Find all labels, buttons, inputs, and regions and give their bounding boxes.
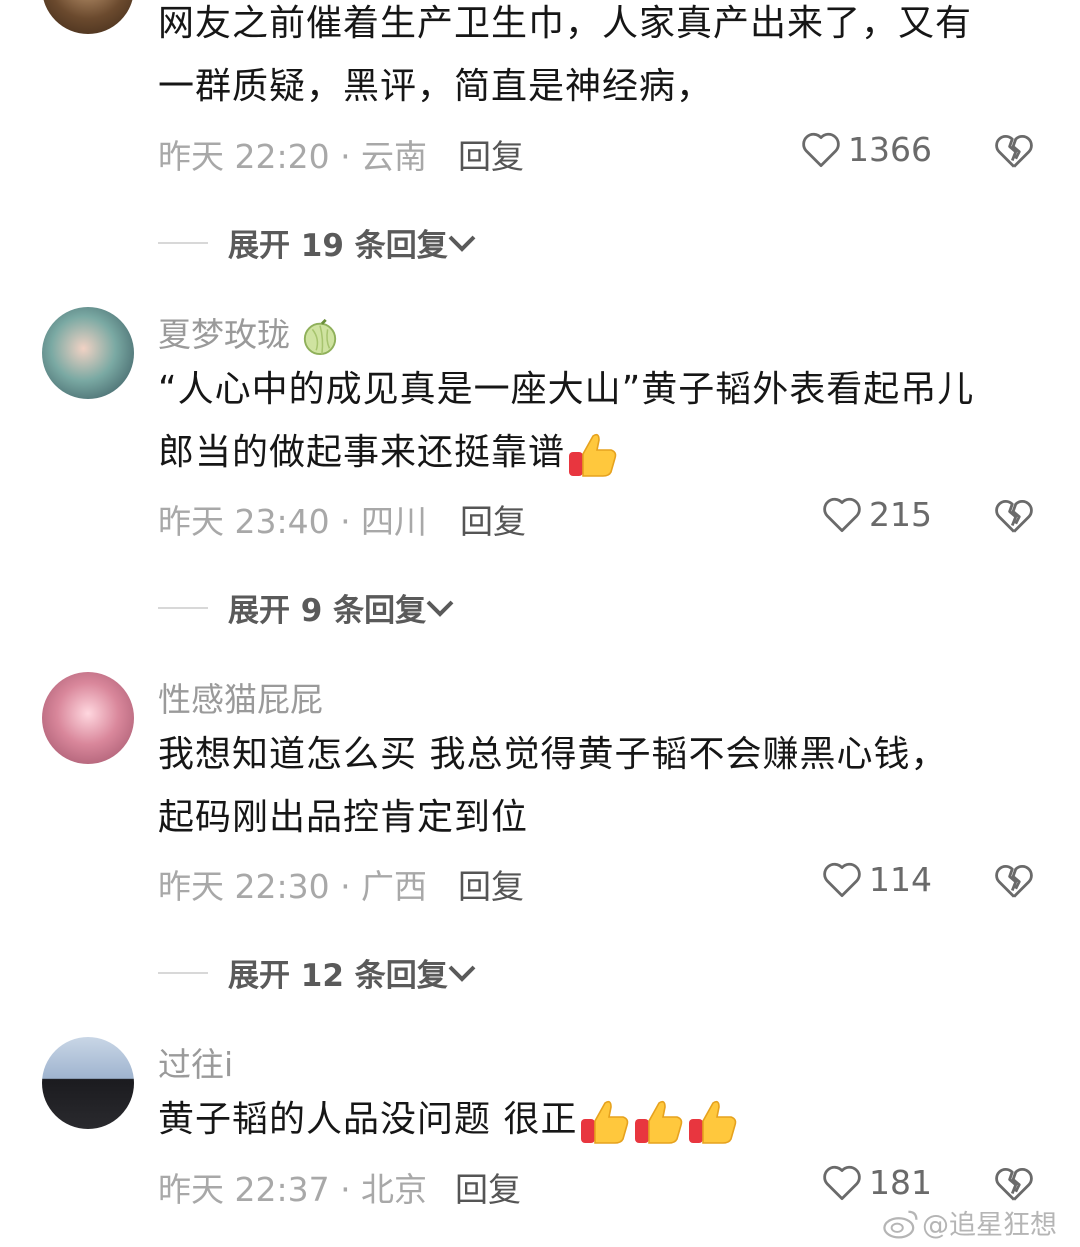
comment-time-location: 昨天 22:30 · 广西 [158,867,428,906]
thumbs-up-emoji-icon [689,1100,737,1144]
divider-line [158,606,208,609]
like-button[interactable]: 1366 [800,129,932,169]
username-text: 夏梦玫珑 [158,315,290,354]
avatar[interactable] [42,1037,134,1129]
chevron-down-icon [448,235,476,252]
expand-replies-button[interactable]: 展开 19 条回复 [158,220,476,265]
like-button[interactable]: 114 [821,859,932,899]
comment-text-line: 网友之前催着生产卫生巾，人家真产出来了，又有 [158,3,973,44]
divider-line [158,971,208,974]
username[interactable]: 夏梦玫珑 [158,308,339,356]
thumbs-up-emoji-icon [581,1100,629,1144]
heart-outline-icon [823,1165,861,1201]
thumbs-up-emoji-icon [635,1100,683,1144]
expand-replies-button[interactable]: 展开 9 条回复 [158,585,454,630]
heart-outline-icon [823,497,861,533]
expand-replies-label: 展开 9 条回复 [228,593,427,629]
comment-text-line: “人心中的成见真是一座大山”黄子韬外表看起吊儿 [158,369,975,410]
comment-text: “人心中的成见真是一座大山”黄子韬外表看起吊儿 郎当的做起事来还挺靠谱 [158,358,1038,484]
thumbs-up-emoji-icon [569,433,617,477]
comment-text-line: 我想知道怎么买 我总觉得黄子韬不会赚黑心钱， [158,734,948,775]
like-button[interactable]: 215 [821,494,932,534]
comment-text: 网友之前催着生产卫生巾，人家真产出来了，又有 一群质疑，黑评，简直是神经病， [158,0,1038,118]
avatar[interactable] [42,0,134,34]
reply-button[interactable]: 回复 [458,860,524,908]
comment-text-line: 一群质疑，黑评，简直是神经病， [158,66,714,107]
melon-emoji-icon [303,318,336,355]
chevron-down-icon [426,600,454,617]
like-count: 1366 [848,129,932,169]
username[interactable]: 过往i [158,1038,233,1086]
chevron-down-icon [448,965,476,982]
comment-text-segment: 郎当的做起事来还挺靠谱 [158,432,566,473]
comment-text-line: 黄子韬的人品没问题 很正 [158,1088,1038,1151]
reply-button[interactable]: 回复 [455,1163,521,1211]
comment-text-segment: 黄子韬的人品没问题 很正 [158,1099,578,1140]
comment-time-location: 昨天 22:20 · 云南 [158,137,428,176]
like-count: 114 [869,859,932,899]
reply-button[interactable]: 回复 [460,495,526,543]
expand-replies-button[interactable]: 展开 12 条回复 [158,950,476,995]
like-count: 215 [869,494,932,534]
heart-outline-icon [823,862,861,898]
heart-outline-icon [802,132,840,168]
broken-heart-icon[interactable] [993,130,1035,170]
divider-line [158,241,208,244]
expand-replies-label: 展开 19 条回复 [228,228,448,264]
comment-text: 黄子韬的人品没问题 很正 [158,1088,1038,1151]
comment-text-line: 起码刚出品控肯定到位 [158,797,529,838]
comment-text-line: 郎当的做起事来还挺靠谱 [158,421,1038,484]
username[interactable]: 性感猫屁屁 [158,673,323,721]
broken-heart-icon[interactable] [993,495,1035,535]
comment-time-location: 昨天 22:37 · 北京 [158,1170,428,1209]
broken-heart-icon[interactable] [993,860,1035,900]
broken-heart-icon[interactable] [993,1163,1035,1203]
watermark-text: @追星狂想 [922,1210,1057,1241]
like-count: 181 [869,1162,932,1202]
avatar[interactable] [42,307,134,399]
avatar[interactable] [42,672,134,764]
reply-button[interactable]: 回复 [458,130,524,178]
weibo-logo-icon [883,1210,918,1239]
expand-replies-label: 展开 12 条回复 [228,958,448,994]
comment-time-location: 昨天 23:40 · 四川 [158,502,428,541]
like-button[interactable]: 181 [821,1162,932,1202]
comment-text: 我想知道怎么买 我总觉得黄子韬不会赚黑心钱， 起码刚出品控肯定到位 [158,723,1038,849]
watermark: @追星狂想 [882,1203,1057,1242]
